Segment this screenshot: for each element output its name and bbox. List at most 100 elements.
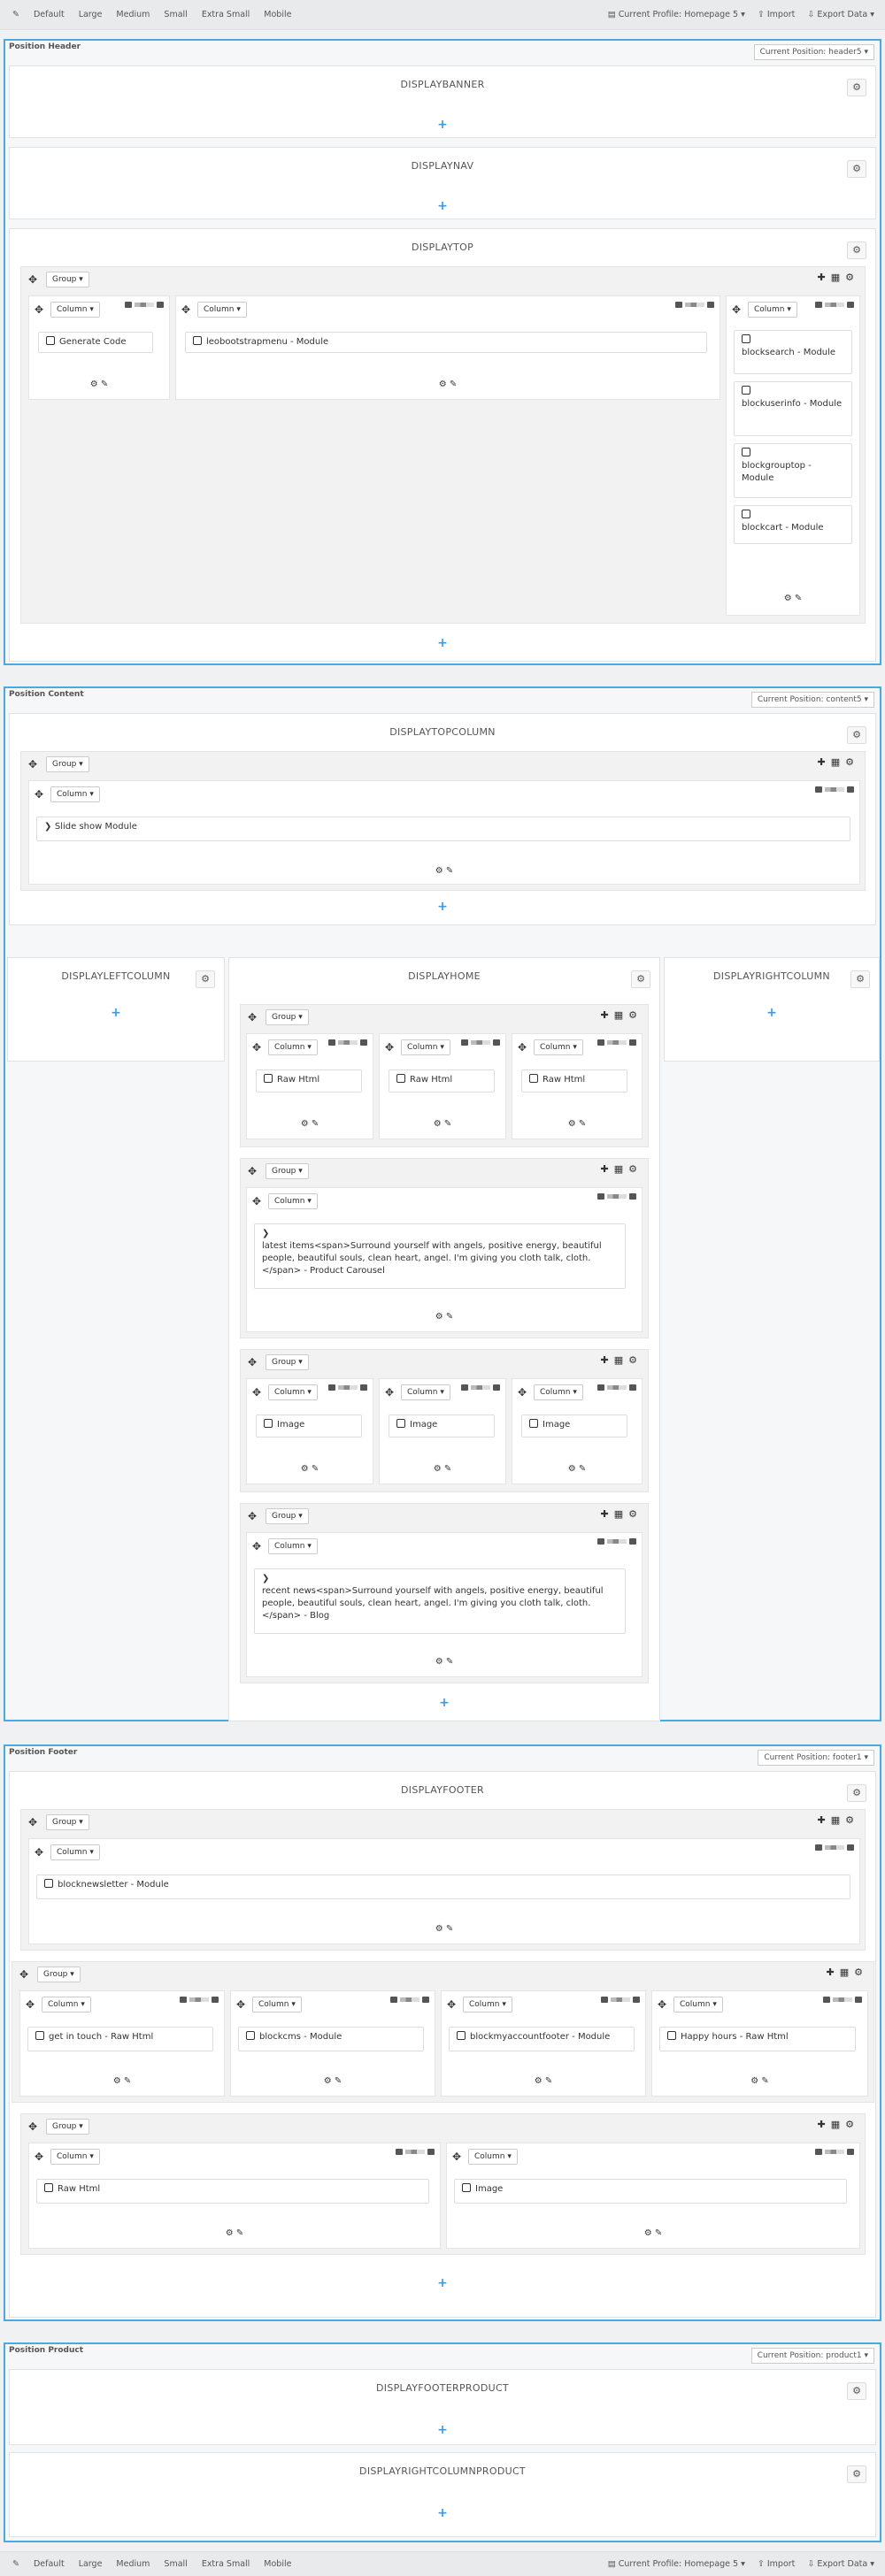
column-dropdown[interactable]: Column ▾ xyxy=(42,1997,91,2012)
column-footer-actions[interactable]: ⚙ ✎ xyxy=(247,1464,373,1474)
device-mobile[interactable]: Mobile xyxy=(257,2556,298,2573)
column-dropdown[interactable]: Column ▾ xyxy=(268,1193,318,1209)
move-icon[interactable]: ✥ xyxy=(19,1968,28,1981)
column-footer-actions[interactable]: ⚙ ✎ xyxy=(29,1924,859,1934)
settings-icon[interactable]: ⚙ xyxy=(847,1784,866,1802)
column-footer-actions[interactable]: ⚙ ✎ xyxy=(29,866,859,876)
group-dropdown[interactable]: Group ▾ xyxy=(46,1814,89,1830)
column-footer-actions[interactable]: ⚙ ✎ xyxy=(29,380,169,389)
widget-image[interactable]: Image xyxy=(389,1414,495,1438)
device-default[interactable]: Default xyxy=(27,6,72,24)
column-dropdown[interactable]: Column ▾ xyxy=(50,786,100,802)
export-button[interactable]: ⇩ Export Data ▾ xyxy=(807,10,874,19)
add-group-button[interactable]: + xyxy=(229,1696,659,1710)
move-icon[interactable]: ✥ xyxy=(252,1540,261,1552)
add-group-button[interactable]: + xyxy=(665,1006,879,1020)
move-icon[interactable]: ✥ xyxy=(35,2150,43,2163)
column-dropdown[interactable]: Column ▾ xyxy=(534,1039,583,1055)
settings-icon[interactable]: ⚙ xyxy=(847,2382,866,2400)
column-width-controls[interactable] xyxy=(328,1039,367,1046)
move-icon[interactable]: ✥ xyxy=(35,303,43,316)
group-dropdown[interactable]: Group ▾ xyxy=(266,1009,309,1025)
move-icon[interactable]: ✥ xyxy=(732,303,741,316)
widget-get-in-touch[interactable]: get in touch - Raw Html xyxy=(27,2027,213,2051)
widget-blocknewsletter[interactable]: blocknewsletter - Module xyxy=(36,1874,850,1899)
move-icon[interactable]: ✥ xyxy=(252,1195,261,1208)
widget-blockmyaccountfooter[interactable]: blockmyaccountfooter - Module xyxy=(449,2027,635,2051)
column-dropdown[interactable]: Column ▾ xyxy=(463,1997,512,2012)
column-width-controls[interactable] xyxy=(823,1997,862,2003)
group-actions[interactable]: ✚▦⚙ xyxy=(818,1814,859,1826)
device-mobile[interactable]: Mobile xyxy=(257,6,298,24)
device-medium[interactable]: Medium xyxy=(109,2556,157,2573)
widget-blockcms[interactable]: blockcms - Module xyxy=(238,2027,424,2051)
move-icon[interactable]: ✥ xyxy=(252,1386,261,1399)
move-icon[interactable]: ✥ xyxy=(447,1998,456,2011)
settings-icon[interactable]: ⚙ xyxy=(196,970,215,988)
move-icon[interactable]: ✥ xyxy=(28,273,37,286)
column-footer-actions[interactable]: ⚙ ✎ xyxy=(447,2228,859,2238)
move-icon[interactable]: ✥ xyxy=(385,1041,394,1054)
column-dropdown[interactable]: Column ▾ xyxy=(401,1384,450,1400)
widget-blocksearch[interactable]: blocksearch - Module xyxy=(734,330,852,374)
column-footer-actions[interactable]: ⚙ ✎ xyxy=(727,594,859,603)
widget-raw-html[interactable]: Raw Html xyxy=(36,2179,429,2204)
settings-icon[interactable]: ⚙ xyxy=(847,2465,866,2483)
move-icon[interactable]: ✥ xyxy=(181,303,190,316)
column-width-controls[interactable] xyxy=(815,302,854,308)
widget-blog[interactable]: ❯ recent news<span>Surround yourself with… xyxy=(254,1568,626,1634)
widget-product-carousel[interactable]: ❯ latest items<span>Surround yourself wit… xyxy=(254,1223,626,1289)
column-width-controls[interactable] xyxy=(597,1538,636,1545)
group-dropdown[interactable]: Group ▾ xyxy=(266,1508,309,1524)
widget-slideshow[interactable]: ❯ Slide show Module xyxy=(36,816,850,841)
group-dropdown[interactable]: Group ▾ xyxy=(46,272,89,288)
add-group-button[interactable]: + xyxy=(10,900,875,914)
device-small[interactable]: Small xyxy=(157,6,194,24)
column-footer-actions[interactable]: ⚙ ✎ xyxy=(29,2228,440,2238)
move-icon[interactable]: ✥ xyxy=(518,1041,527,1054)
column-dropdown[interactable]: Column ▾ xyxy=(673,1997,723,2012)
column-width-controls[interactable] xyxy=(396,2149,435,2155)
device-default[interactable]: Default xyxy=(27,2556,72,2573)
move-icon[interactable]: ✥ xyxy=(35,788,43,801)
group-dropdown[interactable]: Group ▾ xyxy=(37,1966,81,1982)
column-width-controls[interactable] xyxy=(125,302,164,308)
export-button[interactable]: ⇩ Export Data ▾ xyxy=(807,2559,874,2569)
widget-image[interactable]: Image xyxy=(256,1414,362,1438)
column-dropdown[interactable]: Column ▾ xyxy=(401,1039,450,1055)
group-dropdown[interactable]: Group ▾ xyxy=(266,1354,309,1370)
device-small[interactable]: Small xyxy=(157,2556,194,2573)
move-icon[interactable]: ✥ xyxy=(28,1816,37,1828)
current-position-dropdown[interactable]: Current Position: content5 ▾ xyxy=(750,692,874,708)
current-position-dropdown[interactable]: Current Position: product1 ▾ xyxy=(750,2348,874,2364)
column-footer-actions[interactable]: ⚙ ✎ xyxy=(247,1657,642,1667)
add-group-button[interactable]: + xyxy=(8,1006,224,1020)
device-large[interactable]: Large xyxy=(72,2556,110,2573)
group-actions[interactable]: ✚▦⚙ xyxy=(601,1354,643,1366)
import-button[interactable]: ⇪ Import xyxy=(758,10,796,19)
settings-icon[interactable]: ⚙ xyxy=(847,242,866,259)
profile-dropdown[interactable]: ▤ Current Profile: Homepage 5 ▾ xyxy=(608,10,745,19)
widget-blockgrouptop[interactable]: blockgrouptop - Module xyxy=(734,443,852,498)
column-footer-actions[interactable]: ⚙ ✎ xyxy=(380,1464,505,1474)
add-group-button[interactable]: + xyxy=(10,2276,875,2290)
column-width-controls[interactable] xyxy=(675,302,714,308)
column-footer-actions[interactable]: ⚙ ✎ xyxy=(512,1464,642,1474)
column-dropdown[interactable]: Column ▾ xyxy=(534,1384,583,1400)
group-actions[interactable]: ✚▦⚙ xyxy=(818,272,859,283)
column-width-controls[interactable] xyxy=(461,1384,500,1391)
settings-icon[interactable]: ⚙ xyxy=(850,970,870,988)
pencil-icon[interactable]: ✎ xyxy=(5,2556,27,2573)
column-footer-actions[interactable]: ⚙ ✎ xyxy=(247,1119,373,1129)
group-actions[interactable]: ✚▦⚙ xyxy=(818,756,859,768)
widget-raw-html[interactable]: Raw Html xyxy=(256,1070,362,1092)
widget-generate-code[interactable]: Generate Code xyxy=(38,332,153,353)
move-icon[interactable]: ✥ xyxy=(248,1165,257,1177)
column-width-controls[interactable] xyxy=(815,2149,854,2155)
move-icon[interactable]: ✥ xyxy=(248,1356,257,1368)
move-icon[interactable]: ✥ xyxy=(248,1510,257,1522)
column-width-controls[interactable] xyxy=(328,1384,367,1391)
device-large[interactable]: Large xyxy=(72,6,110,24)
group-dropdown[interactable]: Group ▾ xyxy=(46,2119,89,2135)
column-dropdown[interactable]: Column ▾ xyxy=(50,1844,100,1860)
